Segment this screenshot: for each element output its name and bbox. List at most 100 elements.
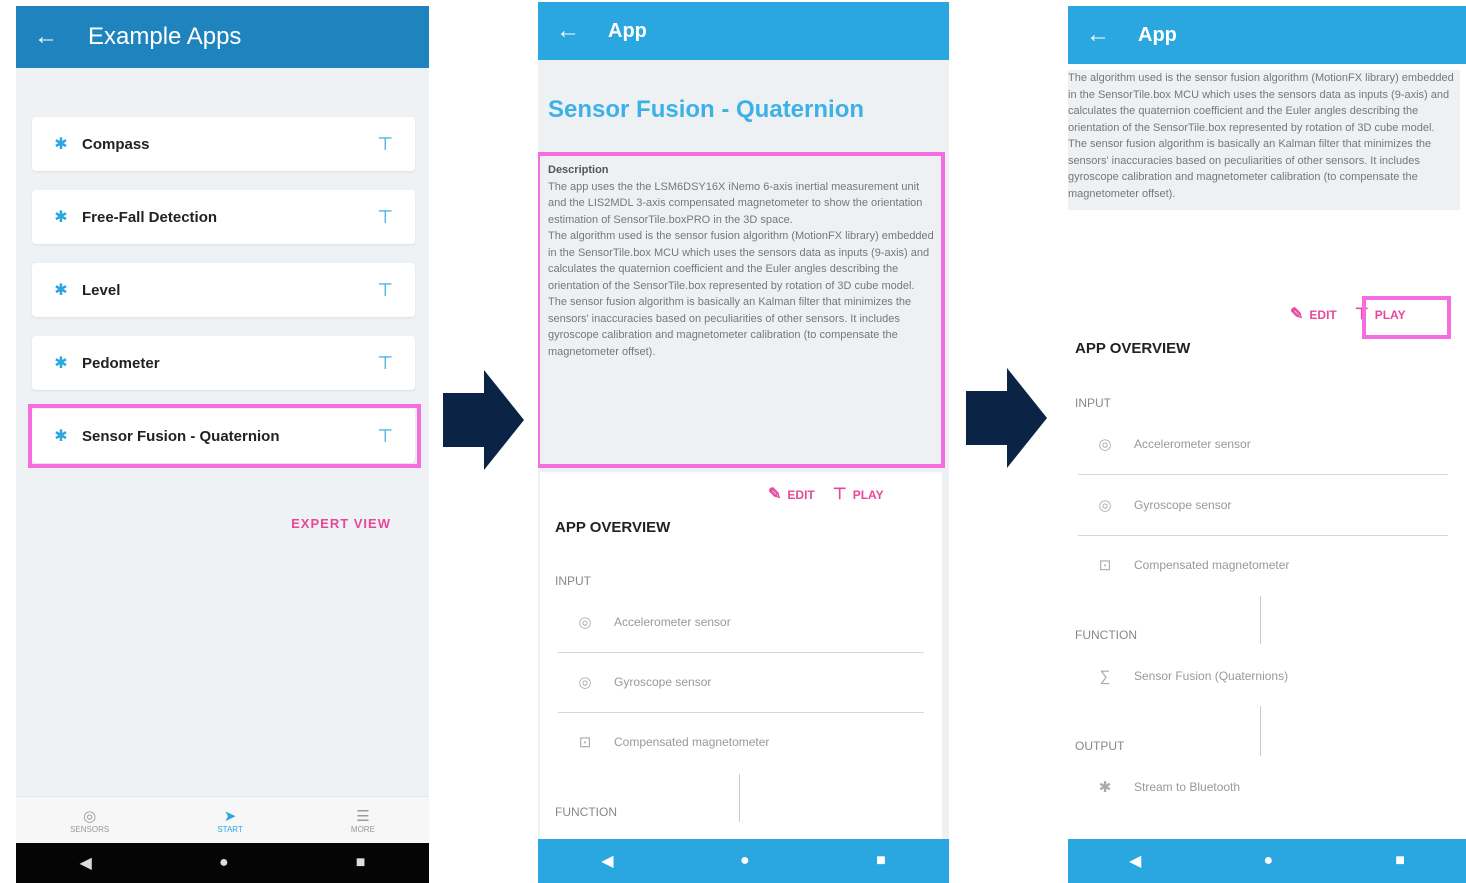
back-arrow-icon[interactable]: ← (556, 17, 586, 45)
nav-home-icon[interactable]: ● (740, 852, 750, 870)
back-arrow-icon[interactable]: ← (34, 23, 64, 51)
flow-connector (1260, 706, 1261, 756)
input-item-label: Accelerometer sensor (614, 615, 731, 629)
nav-back-icon[interactable]: ◀ (80, 853, 92, 873)
function-heading: FUNCTION (1075, 628, 1137, 642)
top-app-bar: ← Example Apps (16, 6, 429, 68)
sensor-icon: ◎ (83, 807, 97, 825)
app-name-heading: Sensor Fusion - Quaternion (548, 96, 865, 123)
system-nav-bar: ◀ ● ■ (1068, 839, 1466, 883)
back-arrow-icon[interactable]: ← (1086, 21, 1116, 49)
app-item-compass[interactable]: ✱ Compass ⊤ (32, 117, 415, 171)
function-icon: ∑ (1099, 667, 1111, 685)
magnetometer-icon: ⊡ (578, 734, 592, 751)
bluetooth-icon: ✱ (54, 282, 68, 299)
input-item: ◎ Accelerometer sensor (572, 602, 731, 642)
top-app-bar: ← App (538, 2, 949, 60)
input-item: ◎ Gyroscope sensor (1092, 485, 1231, 525)
input-item: ◎ Gyroscope sensor (572, 662, 711, 702)
sensor-icon: ◎ (1098, 497, 1112, 514)
input-item-label: Gyroscope sensor (1134, 498, 1232, 512)
system-nav-bar: ◀ ● ■ (16, 843, 429, 883)
app-item-pedometer[interactable]: ✱ Pedometer ⊤ (32, 336, 415, 390)
system-nav-bar: ◀ ● ■ (538, 839, 949, 883)
divider (558, 652, 924, 653)
input-item-label: Accelerometer sensor (1134, 437, 1251, 451)
top-app-bar: ← App (1068, 6, 1466, 64)
app-overview-heading: APP OVERVIEW (1075, 340, 1191, 357)
run-icon[interactable]: ⊤ (377, 280, 393, 301)
input-item: ◎ Accelerometer sensor (1092, 424, 1251, 464)
description-paragraph: The algorithm used is the sensor fusion … (1068, 72, 1454, 134)
tab-sensors[interactable]: ◎ SENSORS (70, 807, 109, 834)
flow-connector (739, 774, 740, 822)
selection-highlight (28, 404, 421, 468)
nav-back-icon[interactable]: ◀ (1129, 851, 1141, 871)
description-paragraph: The sensor fusion algorithm is basically… (1068, 138, 1432, 200)
output-heading: OUTPUT (1075, 739, 1125, 753)
play-highlight (1362, 296, 1451, 339)
app-item-free-fall[interactable]: ✱ Free-Fall Detection ⊤ (32, 190, 415, 244)
play-button[interactable]: ⊤ PLAY (833, 484, 884, 504)
sensor-icon: ◎ (1098, 436, 1112, 453)
app-item-level[interactable]: ✱ Level ⊤ (32, 263, 415, 317)
description-highlight (538, 152, 945, 468)
input-heading: INPUT (555, 574, 591, 588)
bluetooth-icon: ✱ (54, 355, 68, 372)
run-icon[interactable]: ⊤ (377, 207, 393, 228)
run-icon: ⊤ (832, 486, 847, 503)
app-overview-heading: APP OVERVIEW (555, 519, 671, 536)
page-title: Example Apps (88, 23, 242, 50)
app-actions: ✎ EDIT ⊤ PLAY (768, 484, 884, 504)
magnetometer-icon: ⊡ (1098, 557, 1112, 574)
page-title: App (608, 19, 647, 42)
app-item-label: Pedometer (82, 354, 160, 372)
example-apps-screen: ← Example Apps ✱ Compass ⊤ ✱ Free-Fall D… (16, 6, 429, 883)
nav-recents-icon[interactable]: ■ (356, 854, 366, 872)
function-item: ∑ Sensor Fusion (Quaternions) (1092, 656, 1288, 696)
page-title: App (1138, 23, 1177, 46)
edit-label: EDIT (1309, 308, 1337, 322)
bluetooth-icon: ✱ (54, 209, 68, 226)
input-heading: INPUT (1075, 396, 1111, 410)
menu-icon: ☰ (356, 807, 370, 825)
expert-view-link[interactable]: EXPERT VIEW (291, 516, 391, 531)
run-icon[interactable]: ⊤ (377, 134, 393, 155)
nav-back-icon[interactable]: ◀ (601, 851, 613, 871)
divider (558, 712, 924, 713)
app-detail-screen: ← App Sensor Fusion - Quaternion Descrip… (538, 2, 949, 883)
app-detail-scrolled-screen: ← App The algorithm used is the sensor f… (1068, 6, 1466, 883)
nav-recents-icon[interactable]: ■ (876, 852, 886, 870)
start-icon: ➤ (223, 807, 237, 825)
nav-home-icon[interactable]: ● (1263, 852, 1273, 870)
run-icon[interactable]: ⊤ (377, 353, 393, 374)
play-label: PLAY (852, 488, 884, 502)
tab-label: MORE (350, 824, 375, 834)
flow-connector (1260, 596, 1261, 644)
divider (1078, 535, 1448, 536)
input-item: ⊡ Compensated magnetometer (1092, 545, 1290, 585)
output-item: ✱ Stream to Bluetooth (1092, 767, 1240, 807)
nav-home-icon[interactable]: ● (219, 854, 229, 872)
app-description: The algorithm used is the sensor fusion … (1068, 70, 1460, 210)
edit-button[interactable]: ✎ EDIT (1290, 304, 1337, 324)
app-item-label: Free-Fall Detection (82, 208, 218, 226)
input-item-label: Gyroscope sensor (614, 675, 712, 689)
tab-start[interactable]: ➤ START (217, 807, 242, 834)
divider (1078, 474, 1448, 475)
output-item-label: Stream to Bluetooth (1134, 780, 1241, 794)
sensor-icon: ◎ (578, 674, 592, 691)
function-heading: FUNCTION (555, 805, 617, 819)
tab-more[interactable]: ☰ MORE (351, 807, 375, 834)
input-item-label: Compensated magnetometer (1134, 558, 1290, 572)
tab-label: START (217, 824, 243, 834)
function-item-label: Sensor Fusion (Quaternions) (1134, 669, 1289, 683)
tab-label: SENSORS (70, 824, 110, 834)
bluetooth-icon: ✱ (54, 136, 68, 153)
input-item: ⊡ Compensated magnetometer (572, 722, 770, 762)
edit-label: EDIT (787, 488, 815, 502)
bottom-tab-bar: ◎ SENSORS ➤ START ☰ MORE (16, 796, 429, 843)
nav-recents-icon[interactable]: ■ (1395, 852, 1405, 870)
sensor-icon: ◎ (578, 614, 592, 631)
edit-button[interactable]: ✎ EDIT (768, 484, 815, 504)
